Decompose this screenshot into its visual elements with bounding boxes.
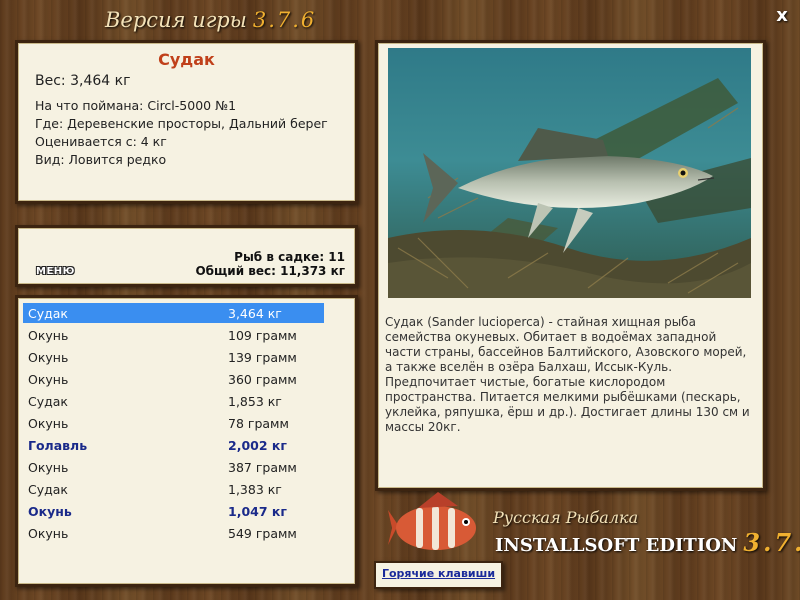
fish-name-cell: Окунь xyxy=(28,328,69,343)
fish-weight: Вес: 3,464 кг xyxy=(35,73,131,89)
fish-weight-cell: 360 грамм xyxy=(228,372,297,387)
fish-weight-cell: 109 грамм xyxy=(228,328,297,343)
fish-weight-cell: 1,853 кг xyxy=(228,394,282,409)
fish-weight-cell: 387 грамм xyxy=(228,460,297,475)
fish-name-cell: Окунь xyxy=(28,526,69,541)
fish-name-cell: Судак xyxy=(28,394,68,409)
logo-edition-text: INSTALLSOFT EDITION xyxy=(495,535,738,556)
fish-location: Где: Деревенские просторы, Дальний берег xyxy=(35,116,328,131)
window-version: 3.7.6 xyxy=(252,8,317,32)
fish-photo-panel: Судак (Sander lucioperca) - стайная хищн… xyxy=(375,40,766,491)
hotkeys-button[interactable]: Горячие клавиши xyxy=(374,561,503,589)
list-item[interactable]: Окунь 549 грамм xyxy=(23,523,324,543)
list-item[interactable]: Окунь 387 грамм xyxy=(23,457,324,477)
fish-rating: Оценивается с: 4 кг xyxy=(35,134,167,149)
logo-edition: INSTALLSOFT EDITION3.7.6 xyxy=(495,528,800,557)
fish-name-cell: Окунь xyxy=(28,350,69,365)
fish-name-cell: Окунь xyxy=(28,372,69,387)
window-title-text: Версия игры xyxy=(105,8,247,32)
list-item[interactable]: Голавль 2,002 кг xyxy=(23,435,324,455)
list-item[interactable]: Окунь 139 грамм xyxy=(23,347,324,367)
fish-name-cell: Судак xyxy=(28,306,68,321)
close-button[interactable]: x xyxy=(772,6,792,26)
fish-weight-cell: 549 грамм xyxy=(228,526,297,541)
fish-weight-cell: 1,047 кг xyxy=(228,504,287,519)
menu-button[interactable]: МЕНЮ xyxy=(36,266,75,277)
fish-bait: На что поймана: Circl-5000 №1 xyxy=(35,98,237,113)
list-item[interactable]: Окунь 78 грамм xyxy=(23,413,324,433)
fish-weight-cell: 2,002 кг xyxy=(228,438,287,453)
fish-name-cell: Окунь xyxy=(28,416,69,431)
cage-summary-panel: МЕНЮ Рыб в садке: 11 Общий вес: 11,373 к… xyxy=(15,225,358,287)
logo-title: Русская Рыбалка xyxy=(493,508,639,527)
list-item[interactable]: Окунь 109 грамм xyxy=(23,325,324,345)
fish-name-cell: Голавль xyxy=(28,438,88,453)
fish-details: На что поймана: Circl-5000 №1 Где: Дерев… xyxy=(35,97,328,169)
fish-weight-cell: 1,383 кг xyxy=(228,482,282,497)
fish-weight-cell: 78 грамм xyxy=(228,416,289,431)
list-item[interactable]: Судак 1,853 кг xyxy=(23,391,324,411)
fish-info-panel: Судак Вес: 3,464 кг На что поймана: Circ… xyxy=(15,40,358,204)
logo-version: 3.7.6 xyxy=(743,528,800,557)
fish-name-cell: Окунь xyxy=(28,460,69,475)
window-title: Версия игры 3.7.6 xyxy=(105,8,316,32)
cage-count: Рыб в садке: 11 xyxy=(234,250,345,264)
list-item[interactable]: Окунь 360 грамм xyxy=(23,369,324,389)
catch-list-panel: Судак 3,464 кг Окунь 109 грамм Окунь 139 грам… xyxy=(15,295,358,587)
zander-underwater-illustration xyxy=(388,48,751,298)
cage-total-weight: Общий вес: 11,373 кг xyxy=(195,264,345,278)
fish-weight-cell: 3,464 кг xyxy=(228,306,282,321)
fish-weight-cell: 139 грамм xyxy=(228,350,297,365)
fish-name-cell: Судак xyxy=(28,482,68,497)
fish-photo xyxy=(388,48,751,298)
fish-name-cell: Окунь xyxy=(28,504,72,519)
list-item[interactable]: Судак 3,464 кг xyxy=(23,303,324,323)
fish-description: Судак (Sander lucioperca) - стайная хищн… xyxy=(385,315,750,434)
fish-name: Судак xyxy=(158,50,215,69)
list-item[interactable]: Судак 1,383 кг xyxy=(23,479,324,499)
list-item[interactable]: Окунь 1,047 кг xyxy=(23,501,324,521)
perch-logo-icon xyxy=(388,492,476,550)
fish-rarity: Вид: Ловится редко xyxy=(35,152,167,167)
game-logo: Русская Рыбалка INSTALLSOFT EDITION3.7.6 xyxy=(388,490,800,560)
cage-stats: Рыб в садке: 11 Общий вес: 11,373 кг xyxy=(195,250,345,278)
